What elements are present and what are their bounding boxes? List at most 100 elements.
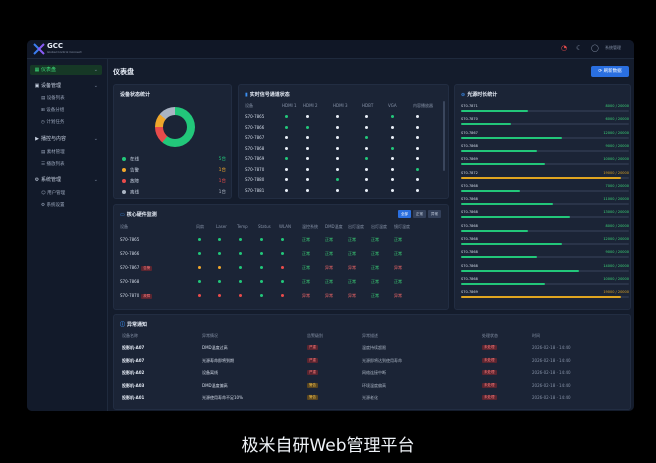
signal-dot bbox=[285, 125, 288, 129]
bar-chart-icon: ▮ bbox=[245, 92, 248, 98]
hardware-status-text: 正常 bbox=[371, 251, 379, 256]
sidebar-subitem-device-group[interactable]: ⊞ 设备分组 bbox=[41, 107, 64, 115]
sidebar-subitem-system-settings[interactable]: ⚙ 系统设置 bbox=[41, 202, 64, 210]
runtime-progress-fill bbox=[461, 176, 621, 179]
signal-dot bbox=[391, 125, 394, 129]
hardware-status-text: 正常 bbox=[371, 293, 379, 298]
hardware-status-dot bbox=[198, 266, 201, 269]
sidebar-subitem-playlist[interactable]: ☰ 播放列表 bbox=[41, 161, 64, 169]
user-avatar-icon[interactable]: ◯ bbox=[591, 44, 599, 53]
signal-scrollbar[interactable] bbox=[443, 101, 445, 171]
runtime-value: 6000 / 20000 bbox=[605, 117, 629, 122]
sidebar-subitem-users[interactable]: ☺ 用户管理 bbox=[41, 190, 65, 198]
runtime-progress-fill bbox=[461, 123, 512, 126]
theme-moon-icon[interactable]: ☾ bbox=[576, 44, 582, 53]
runtime-progress-track bbox=[461, 203, 629, 206]
device-status-card: 设备状态统计 在线 5台 告警 1台 故障 1台 离线 1台 bbox=[113, 84, 232, 199]
runtime-progress-track bbox=[461, 163, 629, 166]
status-badge: 告警 bbox=[141, 266, 153, 271]
signal-dot bbox=[306, 146, 309, 150]
hardware-status-dot bbox=[260, 266, 263, 269]
sidebar-subitem-label: 计划任务 bbox=[46, 120, 65, 125]
runtime-row: S70-7868 13000 / 20000 bbox=[461, 210, 629, 220]
hardware-status-dot bbox=[239, 252, 242, 255]
sidebar-item-dashboard[interactable]: ▦ 仪表盘 ⌄ bbox=[30, 65, 102, 75]
sidebar-subitem-media[interactable]: ▤ 素材管理 bbox=[41, 149, 65, 157]
legend-value: 1台 bbox=[218, 179, 226, 184]
gcc-logo-icon bbox=[33, 43, 45, 55]
signal-dot bbox=[391, 146, 394, 150]
signal-dot bbox=[285, 188, 288, 192]
signal-dot bbox=[416, 188, 419, 192]
hardware-status-dot bbox=[260, 252, 263, 255]
signal-dot bbox=[365, 136, 368, 139]
runtime-row: S70-7868 11000 / 20000 bbox=[461, 197, 629, 207]
signal-dot bbox=[336, 157, 339, 160]
alert-time: 2026-02-18 · 14:40 bbox=[532, 370, 571, 375]
filter-abnormal-button[interactable]: 异常 bbox=[428, 210, 441, 218]
runtime-device-name: S70-7868 bbox=[461, 143, 478, 148]
user-name[interactable]: 系统管理 bbox=[605, 45, 621, 51]
signal-dot bbox=[416, 136, 419, 139]
hardware-status-dot bbox=[218, 294, 221, 297]
row-device-name: S70-7866 bbox=[120, 251, 140, 256]
column-header: 温控系统 bbox=[302, 224, 318, 229]
alert-bell-icon[interactable]: ◔ bbox=[561, 44, 567, 53]
sidebar-subitem-device-list[interactable]: ▤ 设备列表 bbox=[41, 95, 65, 103]
legend-label: 离线 bbox=[130, 190, 139, 196]
row-device-name: S70-7868 bbox=[245, 145, 265, 151]
hardware-status-text: 异常 bbox=[348, 293, 356, 298]
filter-all-button[interactable]: 全部 bbox=[398, 210, 411, 218]
sidebar: ▦ 仪表盘 ⌄ ▣ 设备管理 ⌄ ▤ 设备列表 ⊞ 设备分组 ◷ 计划任务 ▶ 播控与内容… bbox=[27, 59, 108, 411]
legend-warning: 告警 1台 bbox=[122, 168, 226, 175]
runtime-device-name: S70-7867 bbox=[461, 130, 478, 135]
refresh-button[interactable]: ⟳ 刷新数据 bbox=[591, 66, 629, 77]
runtime-device-name: S70-7868 bbox=[461, 237, 478, 241]
column-header: HDMI 1 bbox=[282, 103, 297, 108]
legend-dot-warning bbox=[122, 168, 126, 172]
sidebar-item-system-management[interactable]: ⚙ 系统管理 ⌄ bbox=[30, 175, 102, 185]
legend-offline: 离线 1台 bbox=[122, 190, 226, 197]
main-content: 仪表盘 ⟳ 刷新数据 设备状态统计 在线 5台 告警 1台 故障 1台 离线 1台 ▮ 实… bbox=[108, 59, 634, 411]
alert-level-badge: 警告 bbox=[307, 382, 318, 388]
sidebar-item-playback-content[interactable]: ▶ 播控与内容 ⌄ bbox=[30, 134, 102, 144]
hardware-status-dot bbox=[198, 294, 201, 297]
runtime-row: S70-7869 19000 / 20000 bbox=[461, 290, 629, 300]
hardware-status-text: 异常 bbox=[325, 265, 333, 270]
runtime-progress-fill bbox=[461, 110, 529, 112]
legend-value: 1台 bbox=[218, 168, 226, 173]
hardware-status-text: 正常 bbox=[348, 251, 356, 256]
alert-issue: DMD温度偏高 bbox=[202, 382, 228, 388]
signal-dot bbox=[391, 136, 394, 139]
card-title: ⊙ 光源时长统计 bbox=[461, 91, 497, 98]
sidebar-item-device-management[interactable]: ▣ 设备管理 ⌄ bbox=[30, 81, 102, 91]
runtime-row: S70-7868 14000 / 20000 bbox=[461, 264, 629, 274]
hardware-card: ▭ 核心硬件监测 全部 正常 异常 设备 风扇 Laser Temp Status WLAN… bbox=[113, 204, 449, 310]
alerts-card: ⓘ 异常通知 设备名称 异常情况 告警级别 异常描述 处理状态 时间 投影机-A07 DMD温度… bbox=[113, 314, 631, 410]
hardware-status-text: 正常 bbox=[325, 279, 333, 284]
runtime-device-name: S70-7868 bbox=[461, 276, 478, 281]
sidebar-subitem-scheduled-tasks[interactable]: ◷ 计划任务 bbox=[41, 119, 64, 127]
column-header: 设备 bbox=[245, 103, 253, 108]
alerts-table: 设备名称 异常情况 告警级别 异常描述 处理状态 时间 投影机-A07 DMD温度过高 严重 温度… bbox=[122, 333, 622, 407]
chevron-down-icon: ⌄ bbox=[93, 177, 98, 183]
card-title-text: 异常通知 bbox=[127, 322, 148, 328]
signal-dot bbox=[365, 188, 368, 192]
alert-time: 2026-02-18 · 14:40 bbox=[532, 382, 571, 388]
column-header: 风扇 bbox=[196, 224, 204, 229]
signal-dot bbox=[391, 157, 394, 160]
sidebar-subitem-label: 素材管理 bbox=[46, 150, 65, 155]
runtime-progress-track bbox=[461, 269, 629, 272]
hardware-status-text: 正常 bbox=[371, 279, 379, 284]
alert-description: 光源即将达到使用寿命 bbox=[362, 357, 402, 363]
signal-dot bbox=[336, 136, 339, 139]
runtime-device-name: S70-7868 bbox=[461, 210, 478, 215]
runtime-progress-fill bbox=[461, 189, 520, 192]
runtime-device-name: S70-7868 bbox=[461, 183, 478, 188]
alert-level-badge: 严重 bbox=[307, 345, 318, 350]
filter-normal-button[interactable]: 正常 bbox=[413, 210, 426, 218]
runtime-progress-fill bbox=[461, 163, 545, 166]
runtime-progress-track bbox=[461, 149, 629, 152]
runtime-row: S70-7867 12000 / 20000 bbox=[461, 131, 629, 141]
sidebar-item-label: 系统管理 bbox=[41, 177, 62, 183]
